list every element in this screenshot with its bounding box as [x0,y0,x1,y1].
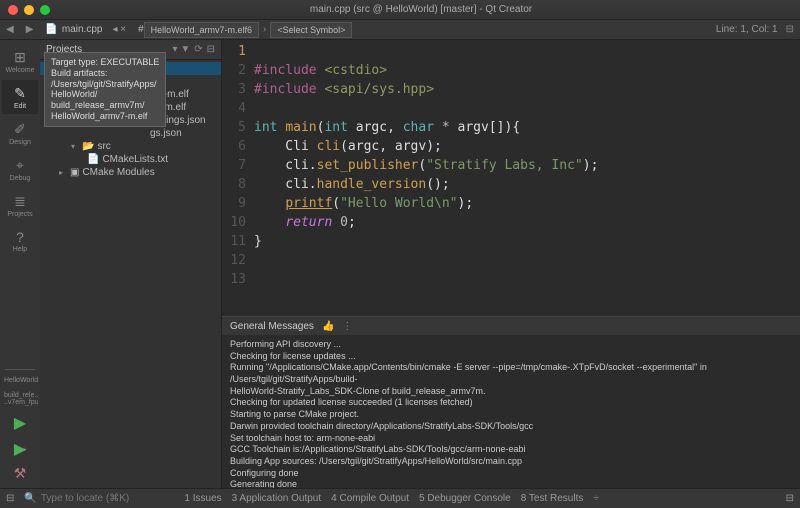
editor-area: 12345678910111213 #include <cstdio> #inc… [222,40,800,488]
window-titlebar: main.cpp (src @ HelloWorld) [master] - Q… [0,0,800,20]
welcome-icon: ⊞ [14,49,26,66]
log-line: Building App sources: /Users/tgil/git/St… [230,456,792,468]
thumbs-up-icon[interactable]: 👍 [322,321,334,332]
log-line: Set toolchain host to: arm-none-eabi [230,433,792,445]
edit-icon: ✎ [14,85,26,102]
folder-icon: 📂 [82,141,94,152]
editor-topbar: ◀ ▶ 📄 main.cpp ◂ × # HelloWorld_armv7-m.… [0,20,800,40]
tree-item[interactable]: gs.json [40,127,221,140]
code-editor[interactable]: 12345678910111213 #include <cstdio> #inc… [222,40,800,316]
status-debugger[interactable]: 5 Debugger Console [419,493,511,504]
log-line: Checking for license updates ... [230,351,792,363]
mode-edit[interactable]: ✎Edit [2,80,38,114]
sidebar-toggle-icon[interactable]: ⊟ [786,24,800,35]
tooltip: Target type: EXECUTABLE Build artifacts:… [44,52,166,127]
run-button[interactable]: ▶ [12,411,28,435]
status-issues[interactable]: 1 Issues [184,493,221,504]
messages-log[interactable]: Performing API discovery ...Checking for… [222,335,800,488]
nav-dropdown-icon[interactable]: ◂ × [108,24,130,35]
log-line: Starting to parse CMake project. [230,409,792,421]
log-line: Running "/Applications/CMake.app/Content… [230,362,792,385]
line-gutter: 12345678910111213 [222,42,254,316]
filter-icon[interactable]: ▾ ▼ [173,44,191,55]
log-line: Darwin provided toolchain directory/Appl… [230,421,792,433]
mode-welcome[interactable]: ⊞Welcome [2,44,38,78]
close-window-icon[interactable] [8,5,18,15]
log-line: Configuring done [230,468,792,480]
log-line: Checking for updated license succeeded (… [230,397,792,409]
design-icon: ✐ [14,121,26,138]
mode-projects[interactable]: ≣Projects [2,188,38,222]
chevron-right-icon: › [259,24,270,35]
chevron-icon[interactable]: ÷ [593,493,599,504]
project-label[interactable]: HelloWorld [2,374,38,387]
debug-icon: ⌖ [16,157,24,174]
window-title: main.cpp (src @ HelloWorld) [master] - Q… [50,4,792,15]
file-tab-label: main.cpp [62,24,103,35]
mode-debug[interactable]: ⌖Debug [2,152,38,186]
module-icon: ▣ [70,167,79,178]
status-bar: ⊟ 🔍 Type to locate (⌘K) 1 Issues 3 Appli… [0,488,800,508]
split-icon[interactable]: ⊟ [207,44,215,55]
file-icon: 📄 [87,154,99,165]
projects-icon: ≣ [14,193,26,210]
mode-help[interactable]: ?Help [2,224,38,258]
log-line: GCC Toolchain is:/Applications/StratifyL… [230,444,792,456]
tree-item[interactable]: ▾📂src [40,140,221,153]
nav-back-icon[interactable]: ◀ [0,24,20,35]
cursor-position: Line: 1, Col: 1 [716,24,786,35]
nav-fwd-icon[interactable]: ▶ [20,24,40,35]
status-tests[interactable]: 8 Test Results [521,493,584,504]
separator [5,369,35,370]
build-button[interactable]: ⚒ [12,463,29,484]
mode-sidebar: ⊞Welcome ✎Edit ✐Design ⌖Debug ≣Projects … [0,40,40,488]
minimize-window-icon[interactable] [24,5,34,15]
mode-design[interactable]: ✐Design [2,116,38,150]
file-tab[interactable]: 📄 main.cpp [39,24,108,35]
messages-title[interactable]: General Messages [230,321,314,332]
maximize-window-icon[interactable] [40,5,50,15]
symbol-selector[interactable]: <Select Symbol> [270,22,352,38]
status-app-output[interactable]: 3 Application Output [232,493,322,504]
log-line: HelloWorld-Stratify_Labs_SDK-Clone of bu… [230,386,792,398]
log-line: Performing API discovery ... [230,339,792,351]
status-compile-output[interactable]: 4 Compile Output [331,493,409,504]
search-icon: 🔍 [24,493,36,504]
menu-icon[interactable]: ⋮ [342,321,352,332]
close-panel-icon[interactable]: ⊟ [786,493,794,504]
traffic-lights [8,5,50,15]
panes-icon[interactable]: ⊟ [6,493,14,504]
log-line: Generating done [230,479,792,488]
help-icon: ? [16,229,24,245]
config-label[interactable]: build_rele... ..v7em_fpu [2,389,38,409]
run-debug-button[interactable]: ▶⌖ [12,437,28,461]
tree-item[interactable]: 📄CMakeLists.txt [40,153,221,166]
kit-selector[interactable]: HelloWorld_armv7-m.elf6 [144,22,259,38]
sync-icon[interactable]: ⟳ [194,44,202,55]
messages-panel: General Messages 👍 ⋮ Performing API disc… [222,316,800,488]
code-text[interactable]: #include <cstdio> #include <sapi/sys.hpp… [254,42,800,316]
tree-item[interactable]: ▸▣CMake Modules [40,166,221,179]
file-icon: 📄 [45,24,57,35]
locator[interactable]: 🔍 Type to locate (⌘K) [24,493,174,504]
